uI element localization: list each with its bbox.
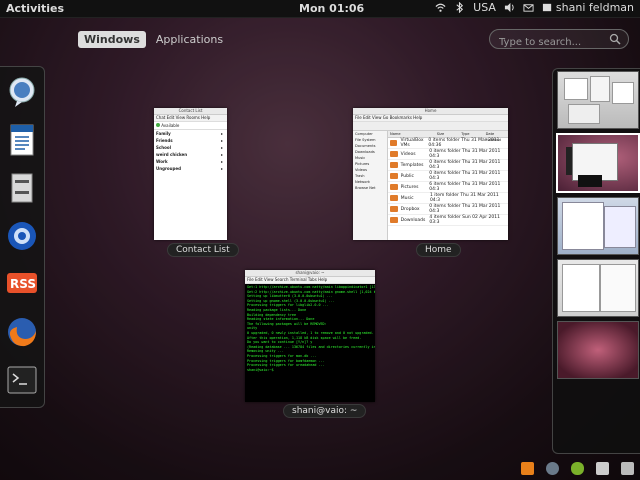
terminal-menubar: File Edit View Search Terminal Tabs Help: [245, 277, 375, 284]
terminal-line: shani@vaio:~$: [247, 367, 274, 372]
keyboard-icon[interactable]: [621, 462, 634, 475]
workspace-5[interactable]: [557, 321, 639, 379]
wifi-icon[interactable]: [435, 2, 446, 13]
window-caption[interactable]: Home: [416, 243, 461, 257]
terminal-line: 0 upgraded, 0 newly installed, 1 to remo…: [247, 330, 374, 335]
workspace-3[interactable]: [557, 197, 639, 255]
empathy-icon[interactable]: [5, 75, 39, 109]
volume-icon[interactable]: [504, 2, 515, 13]
folder-icon: [390, 151, 398, 157]
expander-icon[interactable]: ▸: [221, 151, 223, 158]
presence-status: Available: [154, 122, 227, 130]
contact-groups: Family ▸ Friends ▸ School ▸ weird chicken ▸ Work…: [154, 130, 227, 172]
contact-group[interactable]: Family ▸: [154, 130, 227, 137]
tab-applications[interactable]: Applications: [150, 31, 229, 48]
workspace-2[interactable]: [556, 133, 640, 193]
terminal-line: Get:1 http://archive.ubuntu.com natty/ma…: [247, 285, 375, 289]
folder-icon: [390, 184, 398, 190]
home-titlebar: Home: [353, 108, 508, 115]
column-header[interactable]: Type: [459, 131, 483, 137]
file-row[interactable]: Videos 0 items folder Thu 31 Mar 2011 04:…: [388, 149, 508, 160]
contact-list-thumbnail[interactable]: Contact List Chat Edit View Rooms Help A…: [154, 108, 227, 240]
files-icon[interactable]: [5, 171, 39, 205]
file-row[interactable]: Templates 0 items folder Thu 31 Mar 2011 …: [388, 160, 508, 171]
terminal-thumbnail[interactable]: shani@vaio: ~ File Edit View Search Term…: [245, 270, 375, 402]
folder-icon: [390, 195, 398, 201]
dropbox-icon[interactable]: [596, 462, 609, 475]
activities-button[interactable]: Activities: [6, 2, 64, 15]
user-status-icon: [542, 3, 552, 12]
search-icon: [609, 33, 621, 45]
file-row[interactable]: Public 0 items folder Thu 31 Mar 2011 04:…: [388, 171, 508, 182]
folder-icon: [390, 162, 398, 168]
expander-icon[interactable]: ▸: [221, 158, 223, 165]
workspace-switcher: [552, 68, 640, 454]
contact-list-titlebar: Contact List: [154, 108, 227, 115]
svg-text:RSS: RSS: [10, 277, 36, 291]
rss-icon[interactable]: RSS: [5, 267, 39, 301]
contact-group[interactable]: Friends ▸: [154, 137, 227, 144]
view-selector: Windows Applications: [78, 31, 229, 48]
tab-windows[interactable]: Windows: [78, 31, 146, 48]
clock[interactable]: Mon 01:06: [299, 2, 364, 15]
home-toolbar: [353, 122, 508, 131]
search-input[interactable]: [499, 33, 605, 52]
files-sidebar: Computer File System Documents Downloads Mus…: [353, 131, 388, 240]
message-tray: [521, 462, 634, 475]
column-header[interactable]: Name: [388, 131, 435, 137]
workspace-4[interactable]: [557, 259, 639, 317]
keyboard-layout[interactable]: USA: [473, 1, 496, 14]
files-list: VirtualBox VMs 0 items folder Thu 31 Mar …: [388, 138, 508, 226]
files-column-headers: Name Size Type Date Modified: [388, 131, 508, 142]
expander-icon[interactable]: ▸: [221, 130, 223, 137]
expander-icon[interactable]: ▸: [221, 137, 223, 144]
expander-icon[interactable]: ▸: [221, 144, 223, 151]
window-caption[interactable]: shani@vaio: ~: [283, 404, 367, 418]
bluetooth-icon[interactable]: [454, 2, 465, 13]
sidebar-item[interactable]: Browse Net: [355, 185, 387, 191]
folder-icon: [390, 206, 398, 212]
firefox-icon[interactable]: [5, 315, 39, 349]
home-thumbnail[interactable]: Home File Edit View Go Bookmarks Help Co…: [353, 108, 508, 240]
user-name: shani feldman: [555, 1, 634, 14]
file-row[interactable]: VirtualBox VMs 0 items folder Thu 31 Mar …: [388, 138, 508, 149]
chat-icon[interactable]: [571, 462, 584, 475]
contact-group[interactable]: weird chicken ▸: [154, 151, 227, 158]
contact-list-menubar: Chat Edit View Rooms Help: [154, 115, 227, 122]
home-menubar: File Edit View Go Bookmarks Help: [353, 115, 508, 122]
writer-icon[interactable]: [5, 123, 39, 157]
folder-icon: [390, 140, 398, 146]
workspace-1[interactable]: [557, 71, 639, 129]
terminal-titlebar: shani@vaio: ~: [245, 270, 375, 277]
contact-group[interactable]: School ▸: [154, 144, 227, 151]
rhythmbox-icon[interactable]: [546, 462, 559, 475]
file-row[interactable]: Pictures 6 items folder Thu 31 Mar 2011 0…: [388, 182, 508, 193]
folder-icon: [390, 217, 398, 223]
terminal-output: Get:1 http://archive.ubuntu.com natty/ma…: [245, 284, 375, 374]
contact-group[interactable]: Work ▸: [154, 158, 227, 165]
vlc-icon[interactable]: [521, 462, 534, 475]
status-area: USA shani feldman: [435, 1, 634, 14]
mail-icon[interactable]: [523, 2, 534, 13]
expander-icon[interactable]: ▸: [221, 165, 223, 172]
contact-group[interactable]: Ungrouped ▸: [154, 165, 227, 172]
terminal-icon[interactable]: [5, 363, 39, 397]
thunderbird-icon[interactable]: [5, 219, 39, 253]
window-caption[interactable]: Contact List: [167, 243, 239, 257]
file-row[interactable]: Dropbox 0 items folder Thu 31 Mar 2011 04…: [388, 204, 508, 215]
dash: RSS: [0, 66, 45, 408]
file-row[interactable]: Downloads 4 items folder Sun 02 Apr 2011 …: [388, 215, 508, 226]
column-header[interactable]: Date Modified: [484, 131, 508, 142]
user-menu[interactable]: shani feldman: [542, 1, 634, 14]
column-header[interactable]: Size: [435, 131, 459, 137]
top-panel: Activities Mon 01:06 USA shani feldman: [0, 0, 640, 18]
file-row[interactable]: Music 1 item folder Thu 31 Mar 2011 04:3: [388, 193, 508, 204]
folder-icon: [390, 173, 398, 179]
search-box: [489, 29, 629, 52]
